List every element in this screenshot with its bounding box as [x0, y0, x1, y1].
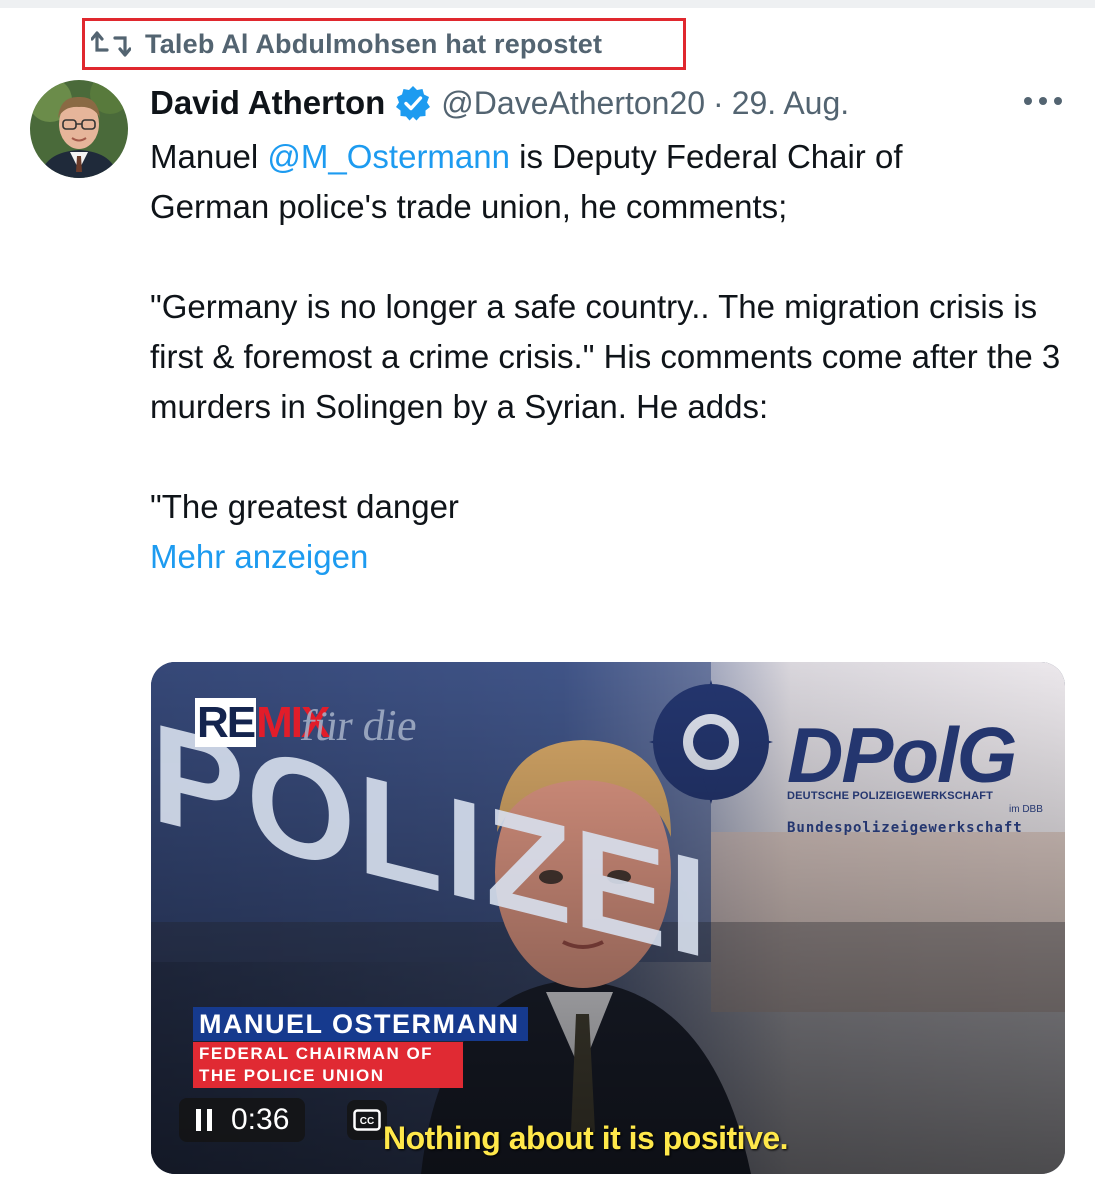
- separator-dot: ·: [713, 84, 724, 121]
- dpolg-subtitle: DEUTSCHE POLIZEIGEWERKSCHAFT: [787, 790, 994, 802]
- video-caption: Nothing about it is positive.: [383, 1120, 789, 1156]
- avatar[interactable]: [30, 80, 128, 178]
- verified-badge-icon: [396, 86, 431, 121]
- video-time: 0:36: [231, 1103, 290, 1136]
- post-text: Manuel @M_Ostermann is Deputy Federal Ch…: [150, 132, 1070, 582]
- playback-controls: 0:36: [179, 1098, 306, 1142]
- post-date[interactable]: 29. Aug.: [732, 85, 849, 122]
- cc-icon: CC: [353, 1109, 381, 1131]
- background-fur-die-text: für die: [297, 701, 421, 750]
- dpolg-subtitle-dbb: im DBB: [1009, 804, 1043, 815]
- post-paragraph-2: "Germany is no longer a safe country.. T…: [150, 288, 1061, 425]
- cc-label: CC: [360, 1116, 374, 1127]
- pause-icon[interactable]: [195, 1109, 213, 1131]
- show-more-link[interactable]: Mehr anzeigen: [150, 532, 1070, 582]
- post-text-suffix: is Deputy Federal Chair of: [509, 138, 903, 175]
- dpolg-logo: DPolG: [787, 711, 1017, 799]
- post-paragraph-3: "The greatest danger: [150, 488, 459, 525]
- mention-link[interactable]: @M_Ostermann: [267, 138, 510, 175]
- more-options-icon[interactable]: [1020, 86, 1066, 116]
- lower-third-name: MANUEL OSTERMANN: [193, 1007, 528, 1041]
- remix-logo-re: RE: [195, 698, 256, 747]
- captions-button[interactable]: CC: [347, 1100, 387, 1140]
- dpolg-subtitle-bundes: Bundespolizeigewerkschaft: [787, 820, 1023, 836]
- repost-label[interactable]: Taleb Al Abdulmohsen hat repostet: [145, 29, 602, 60]
- post-line-2: German police's trade union, he comments…: [150, 188, 788, 225]
- author-name[interactable]: David Atherton: [150, 84, 385, 122]
- lower-third-title: FEDERAL CHAIRMAN OF THE POLICE UNION: [193, 1042, 463, 1088]
- repost-icon: [91, 31, 131, 57]
- repost-highlight: Taleb Al Abdulmohsen hat repostet: [82, 18, 686, 70]
- author-handle[interactable]: @DaveAtherton20: [441, 85, 705, 122]
- post-text-prefix: Manuel: [150, 138, 268, 175]
- top-border: [0, 0, 1095, 8]
- post-line-1: Manuel @M_Ostermann is Deputy Federal Ch…: [150, 132, 1070, 182]
- post-header: David Atherton @DaveAtherton20 · 29. Aug…: [150, 80, 849, 126]
- video-player[interactable]: POLIZEI REMIX für die DPolG DEUTSCHE POL…: [151, 662, 1065, 1174]
